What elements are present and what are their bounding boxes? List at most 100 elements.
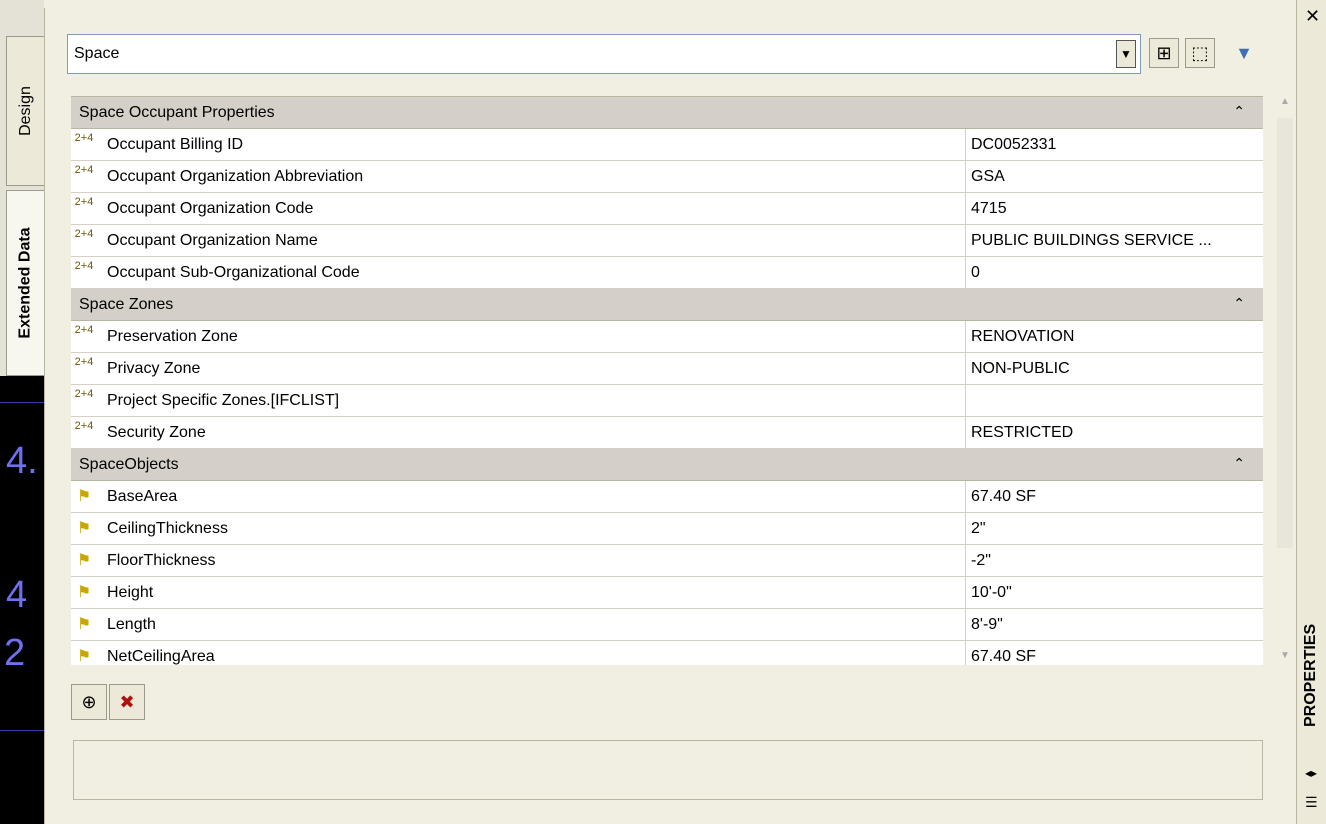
- drawing-text: 2: [4, 632, 26, 674]
- tab-label: Extended Data: [17, 227, 35, 339]
- property-value[interactable]: 0: [971, 264, 980, 282]
- close-icon[interactable]: ✕: [1305, 6, 1320, 27]
- dropdown-arrow-icon[interactable]: ▼: [1116, 40, 1136, 68]
- properties-menu-icon[interactable]: ☰: [1305, 794, 1318, 811]
- tab-label: Design: [17, 86, 34, 136]
- column-divider: [965, 257, 966, 289]
- property-set-definition-icon: 2+4: [74, 356, 94, 368]
- palette-title-bar: ✕ PROPERTIES ◂▸ ☰: [1296, 0, 1326, 824]
- scroll-up-icon[interactable]: ▲: [1275, 96, 1295, 114]
- property-value[interactable]: RENOVATION: [971, 328, 1074, 346]
- remove-property-sets-button[interactable]: ✖: [109, 684, 145, 720]
- property-row[interactable]: 2+4 Project Specific Zones.[IFCLIST]: [71, 385, 1263, 417]
- property-row[interactable]: 2+4 Security Zone RESTRICTED: [71, 417, 1263, 449]
- collapse-chevron-icon[interactable]: ⌃: [1233, 295, 1245, 312]
- remove-property-set-icon: ✖: [119, 691, 135, 712]
- property-name: Length: [107, 616, 156, 633]
- property-value[interactable]: 67.40 SF: [971, 648, 1036, 665]
- quick-select-button[interactable]: ⊞: [1149, 38, 1179, 68]
- category-header[interactable]: Space Occupant Properties ⌃: [71, 97, 1263, 129]
- property-name: BaseArea: [107, 488, 178, 505]
- category-header[interactable]: SpaceObjects ⌃: [71, 449, 1263, 481]
- filter-icon: ▼: [1235, 42, 1253, 63]
- classification-flag-icon: ⚑: [76, 520, 92, 537]
- column-divider: [965, 321, 966, 353]
- drawing-text: 4: [6, 574, 28, 616]
- palette-title: PROPERTIES: [1302, 623, 1319, 727]
- property-row[interactable]: ⚑ Length 8'-9": [71, 609, 1263, 641]
- classification-flag-icon: ⚑: [76, 488, 92, 505]
- collapse-chevron-icon[interactable]: ⌃: [1233, 455, 1245, 472]
- drawing-text: 4.: [6, 440, 38, 482]
- property-row[interactable]: 2+4 Occupant Organization Code 4715: [71, 193, 1263, 225]
- column-divider: [965, 193, 966, 225]
- quick-select-icon: ⊞: [1156, 42, 1172, 63]
- property-value[interactable]: 2": [971, 520, 986, 538]
- category-title: Space Zones: [79, 296, 174, 313]
- property-row[interactable]: ⚑ NetCeilingArea 67.40 SF: [71, 641, 1263, 665]
- property-set-definition-icon: 2+4: [74, 132, 94, 144]
- category-title: SpaceObjects: [79, 456, 179, 473]
- column-divider: [965, 129, 966, 161]
- collapse-chevron-icon[interactable]: ⌃: [1233, 103, 1245, 120]
- property-name: Preservation Zone: [107, 328, 238, 345]
- grid-scrollbar[interactable]: ▲ ▼: [1275, 96, 1295, 668]
- property-set-definition-icon: 2+4: [74, 164, 94, 176]
- property-name: Occupant Organization Name: [107, 232, 318, 249]
- property-row[interactable]: 2+4 Privacy Zone NON-PUBLIC: [71, 353, 1263, 385]
- classification-flag-icon: ⚑: [76, 648, 92, 665]
- column-divider: [965, 641, 966, 665]
- tab-extended-data[interactable]: Extended Data: [6, 190, 45, 376]
- object-type-value: Space: [74, 45, 120, 62]
- category-title: Space Occupant Properties: [79, 104, 275, 121]
- tab-design[interactable]: Design: [6, 36, 45, 186]
- property-row[interactable]: ⚑ FloorThickness -2": [71, 545, 1263, 577]
- property-value[interactable]: 10'-0": [971, 584, 1012, 602]
- property-name: CeilingThickness: [107, 520, 228, 537]
- column-divider: [965, 417, 966, 449]
- property-value[interactable]: 67.40 SF: [971, 488, 1036, 506]
- column-divider: [965, 225, 966, 257]
- property-value[interactable]: GSA: [971, 168, 1005, 186]
- property-name: FloorThickness: [107, 552, 216, 569]
- column-divider: [965, 609, 966, 641]
- property-set-definition-icon: 2+4: [74, 228, 94, 240]
- scroll-thumb[interactable]: [1277, 118, 1293, 548]
- description-area: [73, 740, 1263, 800]
- property-value[interactable]: 8'-9": [971, 616, 1003, 634]
- property-value[interactable]: RESTRICTED: [971, 424, 1073, 442]
- property-row[interactable]: 2+4 Occupant Billing ID DC0052331: [71, 129, 1263, 161]
- property-name: Height: [107, 584, 154, 601]
- classification-flag-icon: ⚑: [76, 616, 92, 633]
- property-row[interactable]: 2+4 Occupant Organization Name PUBLIC BUIL…: [71, 225, 1263, 257]
- property-row[interactable]: 2+4 Occupant Sub-Organizational Code 0: [71, 257, 1263, 289]
- category-header[interactable]: Space Zones ⌃: [71, 289, 1263, 321]
- select-objects-button[interactable]: ⬚: [1185, 38, 1215, 68]
- property-row[interactable]: ⚑ Height 10'-0": [71, 577, 1263, 609]
- property-value[interactable]: DC0052331: [971, 136, 1056, 154]
- property-name: Occupant Sub-Organizational Code: [107, 264, 360, 281]
- filter-button[interactable]: ▼: [1229, 38, 1259, 68]
- add-property-sets-button[interactable]: ⊕: [71, 684, 107, 720]
- property-grid: Space Occupant Properties ⌃ 2+4 Occupant Bi…: [71, 96, 1263, 665]
- column-divider: [965, 481, 966, 513]
- column-divider: [965, 513, 966, 545]
- property-value[interactable]: NON-PUBLIC: [971, 360, 1070, 378]
- property-value[interactable]: PUBLIC BUILDINGS SERVICE ...: [971, 232, 1212, 250]
- auto-hide-icon[interactable]: ◂▸: [1305, 766, 1317, 780]
- property-value[interactable]: 4715: [971, 200, 1007, 218]
- property-name: Occupant Organization Abbreviation: [107, 168, 364, 185]
- property-set-definition-icon: 2+4: [74, 388, 94, 400]
- object-type-selector[interactable]: Space ▼: [67, 34, 1141, 74]
- classification-flag-icon: ⚑: [76, 584, 92, 601]
- property-set-definition-icon: 2+4: [74, 260, 94, 272]
- property-row[interactable]: ⚑ CeilingThickness 2": [71, 513, 1263, 545]
- property-row[interactable]: 2+4 Preservation Zone RENOVATION: [71, 321, 1263, 353]
- property-value[interactable]: -2": [971, 552, 991, 570]
- property-row[interactable]: 2+4 Occupant Organization Abbreviation GSA: [71, 161, 1263, 193]
- property-row[interactable]: ⚑ BaseArea 67.40 SF: [71, 481, 1263, 513]
- property-name: Security Zone: [107, 424, 206, 441]
- column-divider: [965, 577, 966, 609]
- property-name: Privacy Zone: [107, 360, 201, 377]
- scroll-down-icon[interactable]: ▼: [1275, 650, 1295, 668]
